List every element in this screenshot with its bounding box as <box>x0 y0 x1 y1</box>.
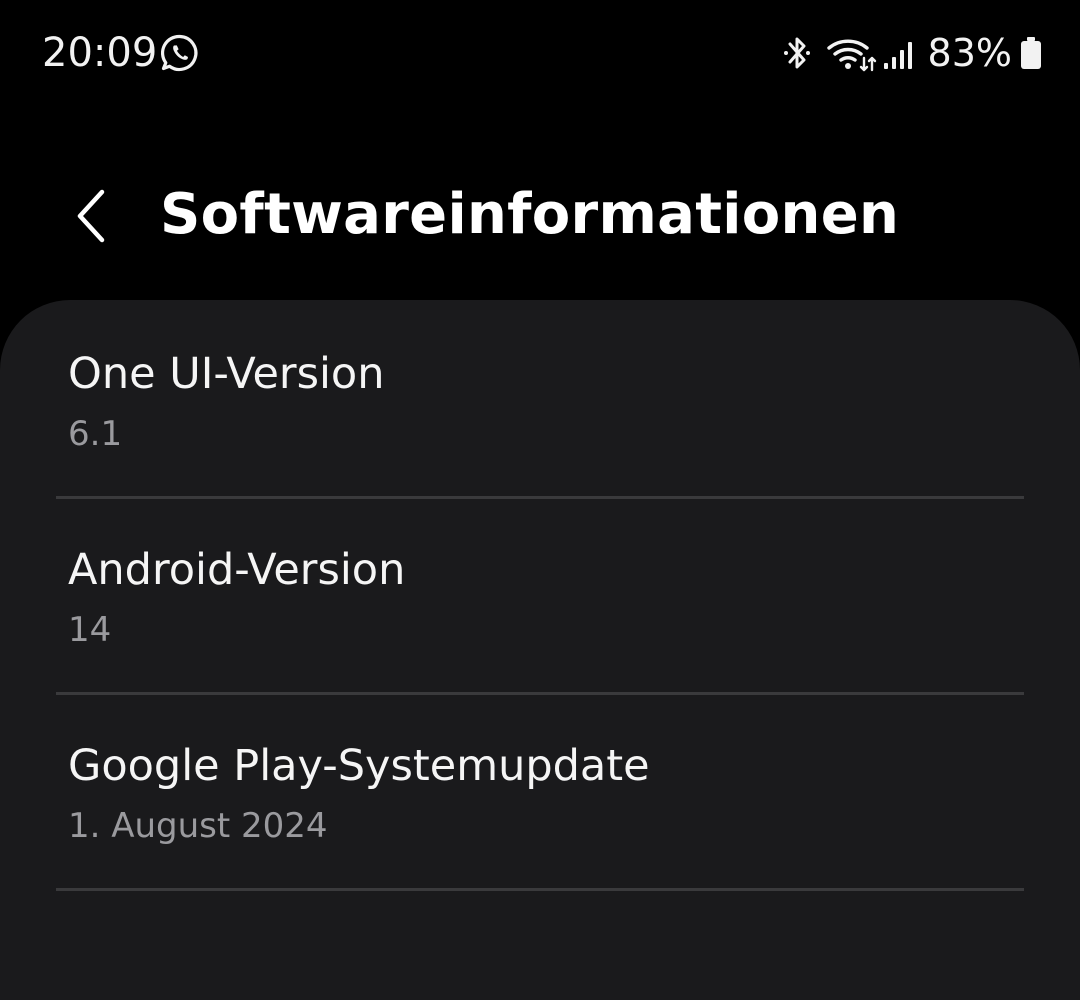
item-value: 6.1 <box>68 414 123 454</box>
whatsapp-icon <box>160 34 198 72</box>
item-label: Android-Version <box>68 545 406 595</box>
item-label: One UI-Version <box>68 349 385 399</box>
list-item-android-version[interactable]: Android-Version 14 <box>0 496 1080 692</box>
page-title: Softwareinformationen <box>160 182 900 247</box>
chevron-left-icon <box>77 189 105 243</box>
item-label: Google Play-Systemupdate <box>68 741 650 791</box>
status-bar: 20:09 83% <box>0 0 1080 110</box>
list-item-one-ui-version[interactable]: One UI-Version 6.1 <box>0 300 1080 496</box>
settings-card: One UI-Version 6.1 Android-Version 14 Go… <box>0 300 1080 1000</box>
status-icons: 83% <box>782 28 1042 78</box>
list-item-google-play-system-update[interactable]: Google Play-Systemupdate 1. August 2024 <box>0 692 1080 888</box>
wifi-icon <box>826 39 876 72</box>
item-value: 14 <box>68 610 112 650</box>
battery-icon <box>1021 37 1041 69</box>
status-time: 20:09 <box>42 30 158 76</box>
bluetooth-icon <box>783 37 810 69</box>
header: Softwareinformationen <box>0 150 1080 280</box>
divider <box>56 888 1024 891</box>
battery-percentage: 83% <box>927 31 1012 75</box>
item-value: 1. August 2024 <box>68 806 328 846</box>
signal-icon <box>883 42 912 69</box>
back-button[interactable] <box>62 180 118 252</box>
